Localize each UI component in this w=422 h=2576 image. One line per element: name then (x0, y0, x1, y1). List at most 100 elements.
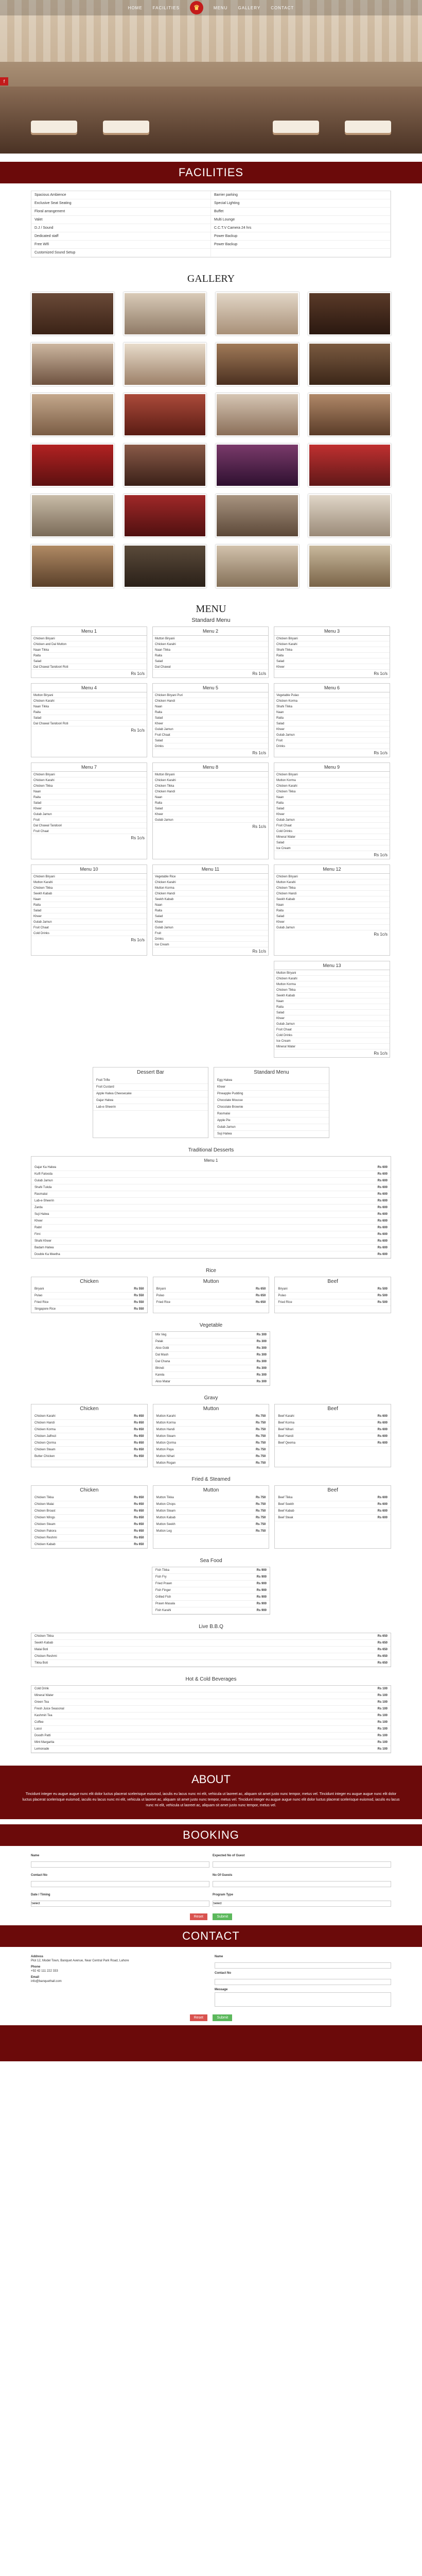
menu-item: Drinks (153, 743, 268, 749)
gallery-image[interactable] (31, 444, 114, 487)
row-label: Kashmiri Tea (34, 1714, 52, 1717)
menu-item: Naan (153, 794, 268, 800)
gallery-image[interactable] (123, 292, 206, 335)
row-label: Mutton Korma (156, 1421, 176, 1425)
menu-item: Salad (153, 738, 268, 743)
gallery-image[interactable] (216, 494, 299, 537)
contact-submit-button[interactable]: Submit (213, 2014, 233, 2021)
gallery-image[interactable] (31, 494, 114, 537)
booking-program-select[interactable] (213, 1900, 391, 1907)
gallery-image[interactable] (123, 393, 206, 436)
gallery-image[interactable] (308, 494, 391, 537)
menu-box-title: Menu 11 (153, 865, 268, 874)
gallery-image[interactable] (308, 393, 391, 436)
row-label: Fish Tikka (155, 1569, 170, 1572)
row-price: Rs 750 (255, 1510, 266, 1513)
facility-item: Buffet (211, 208, 391, 216)
gallery-image[interactable] (123, 343, 206, 386)
fried-chicken-panel: Chicken Chicken Tikka Rs 650 Chicken Malai R… (31, 1485, 148, 1549)
row-price: Rs 650 (377, 1648, 388, 1651)
row-price: Rs 300 (256, 1374, 267, 1377)
booking-date-input[interactable] (31, 1900, 209, 1907)
list-item: Apple Pie (214, 1117, 329, 1124)
rice-title: Rice (205, 1268, 216, 1274)
gallery-image[interactable] (31, 393, 114, 436)
gallery-image[interactable] (308, 343, 391, 386)
booking-contact-input[interactable] (31, 1880, 209, 1887)
table-row: Mutton Karahi Rs 750 (153, 1413, 269, 1420)
gallery-image[interactable] (308, 545, 391, 588)
gallery-image[interactable] (216, 343, 299, 386)
row-price: Rs 650 (134, 1496, 144, 1499)
contact-phone-input[interactable] (215, 1978, 391, 1985)
menu-box-title: Menu 6 (274, 684, 390, 692)
gallery-image[interactable] (216, 444, 299, 487)
list-item: Suji Halwa (214, 1131, 329, 1138)
table-row: Dal Mash Rs 300 (152, 1352, 270, 1359)
nav-facilities[interactable]: FACILITIES (153, 6, 180, 10)
menu-item: Chicken Handi (153, 891, 268, 896)
live-panel: Chicken Tikka Rs 650 Seekh Kabab Rs 650 Mala… (31, 1633, 391, 1667)
panel-title: Mutton (203, 1487, 219, 1493)
menu-item: Gulab Jamun (31, 811, 147, 817)
menu-box-title: Menu 10 (31, 865, 147, 874)
row-price: Rs 750 (255, 1496, 266, 1499)
logo[interactable]: ♛ (189, 1, 203, 14)
menu-box-title: Menu 12 (274, 865, 390, 874)
menu-item: Dal Chawal Tandoori Roti (31, 721, 147, 726)
row-label: Rabri (34, 1226, 42, 1229)
nav-contact[interactable]: CONTACT (271, 6, 294, 10)
gallery-image[interactable] (31, 343, 114, 386)
row-label: Chicken Reshmi (34, 1536, 57, 1539)
gallery-image[interactable] (308, 444, 391, 487)
gallery-image[interactable] (123, 444, 206, 487)
menu-item: Kheer (153, 721, 268, 726)
gallery-image[interactable] (31, 292, 114, 335)
row-price: Rs 300 (256, 1333, 267, 1336)
row-price: Rs 100 (377, 1707, 388, 1710)
facility-item: Customized Sound Setup (31, 249, 211, 257)
list-item: Kheer (214, 1084, 329, 1091)
table-row: Kashmiri Tea Rs 100 (31, 1713, 391, 1719)
gallery-image[interactable] (308, 292, 391, 335)
table-row: Lassi Rs 100 (31, 1726, 391, 1733)
gallery-image[interactable] (216, 292, 299, 335)
table-row: Chicken Jalfrezi Rs 650 (31, 1433, 147, 1440)
nav-gallery[interactable]: GALLERY (238, 6, 260, 10)
row-label: Badam Halwa (34, 1246, 54, 1249)
facility-item: Free Wifi (31, 241, 211, 249)
booking-submit-button[interactable]: Submit (213, 1913, 233, 1920)
table-row: Palak Rs 300 (152, 1338, 270, 1345)
social-icon[interactable]: f (0, 77, 8, 86)
row-price: Rs 900 (256, 1582, 267, 1585)
gallery-image[interactable] (123, 545, 206, 588)
menu-box-title: Menu 7 (31, 763, 147, 772)
footer (0, 2025, 422, 2061)
booking-name-input[interactable] (31, 1861, 209, 1868)
row-label: Rasmalai (34, 1193, 48, 1196)
gallery-image[interactable] (216, 545, 299, 588)
booking-guest-input[interactable] (213, 1861, 391, 1868)
gallery-image[interactable] (216, 393, 299, 436)
gallery-image[interactable] (31, 545, 114, 588)
nav-menu[interactable]: MENU (214, 6, 228, 10)
menu-item: Raita (31, 794, 147, 800)
booking-guests-input[interactable] (213, 1880, 391, 1887)
contact-message-input[interactable] (215, 1992, 391, 2007)
contact-label: Message (215, 1988, 228, 1991)
table-row: Mutton Steam Rs 750 (153, 1508, 269, 1515)
booking-reset-button[interactable]: Reset (189, 1913, 208, 1920)
contact-reset-button[interactable]: Reset (189, 2014, 208, 2021)
nav-home[interactable]: HOME (128, 6, 143, 10)
menu-item: Chicken Karahi (153, 641, 268, 647)
rice-mutton-panel: Mutton Biryani Rs 650 Pulao Rs 650 Fried Rice… (152, 1277, 270, 1313)
row-price: Rs 100 (377, 1734, 388, 1737)
gallery-image[interactable] (123, 494, 206, 537)
row-label: Chicken Malai (34, 1503, 54, 1506)
row-price: Rs 650 (134, 1530, 144, 1533)
table-row: Mutton Rogan Rs 750 (153, 1460, 269, 1467)
row-label: Chicken Handi (34, 1421, 55, 1425)
table-row: Fresh Juice Seasonal Rs 100 (31, 1706, 391, 1713)
menu-item: Fruit (31, 817, 147, 823)
contact-name-input[interactable] (215, 1962, 391, 1969)
